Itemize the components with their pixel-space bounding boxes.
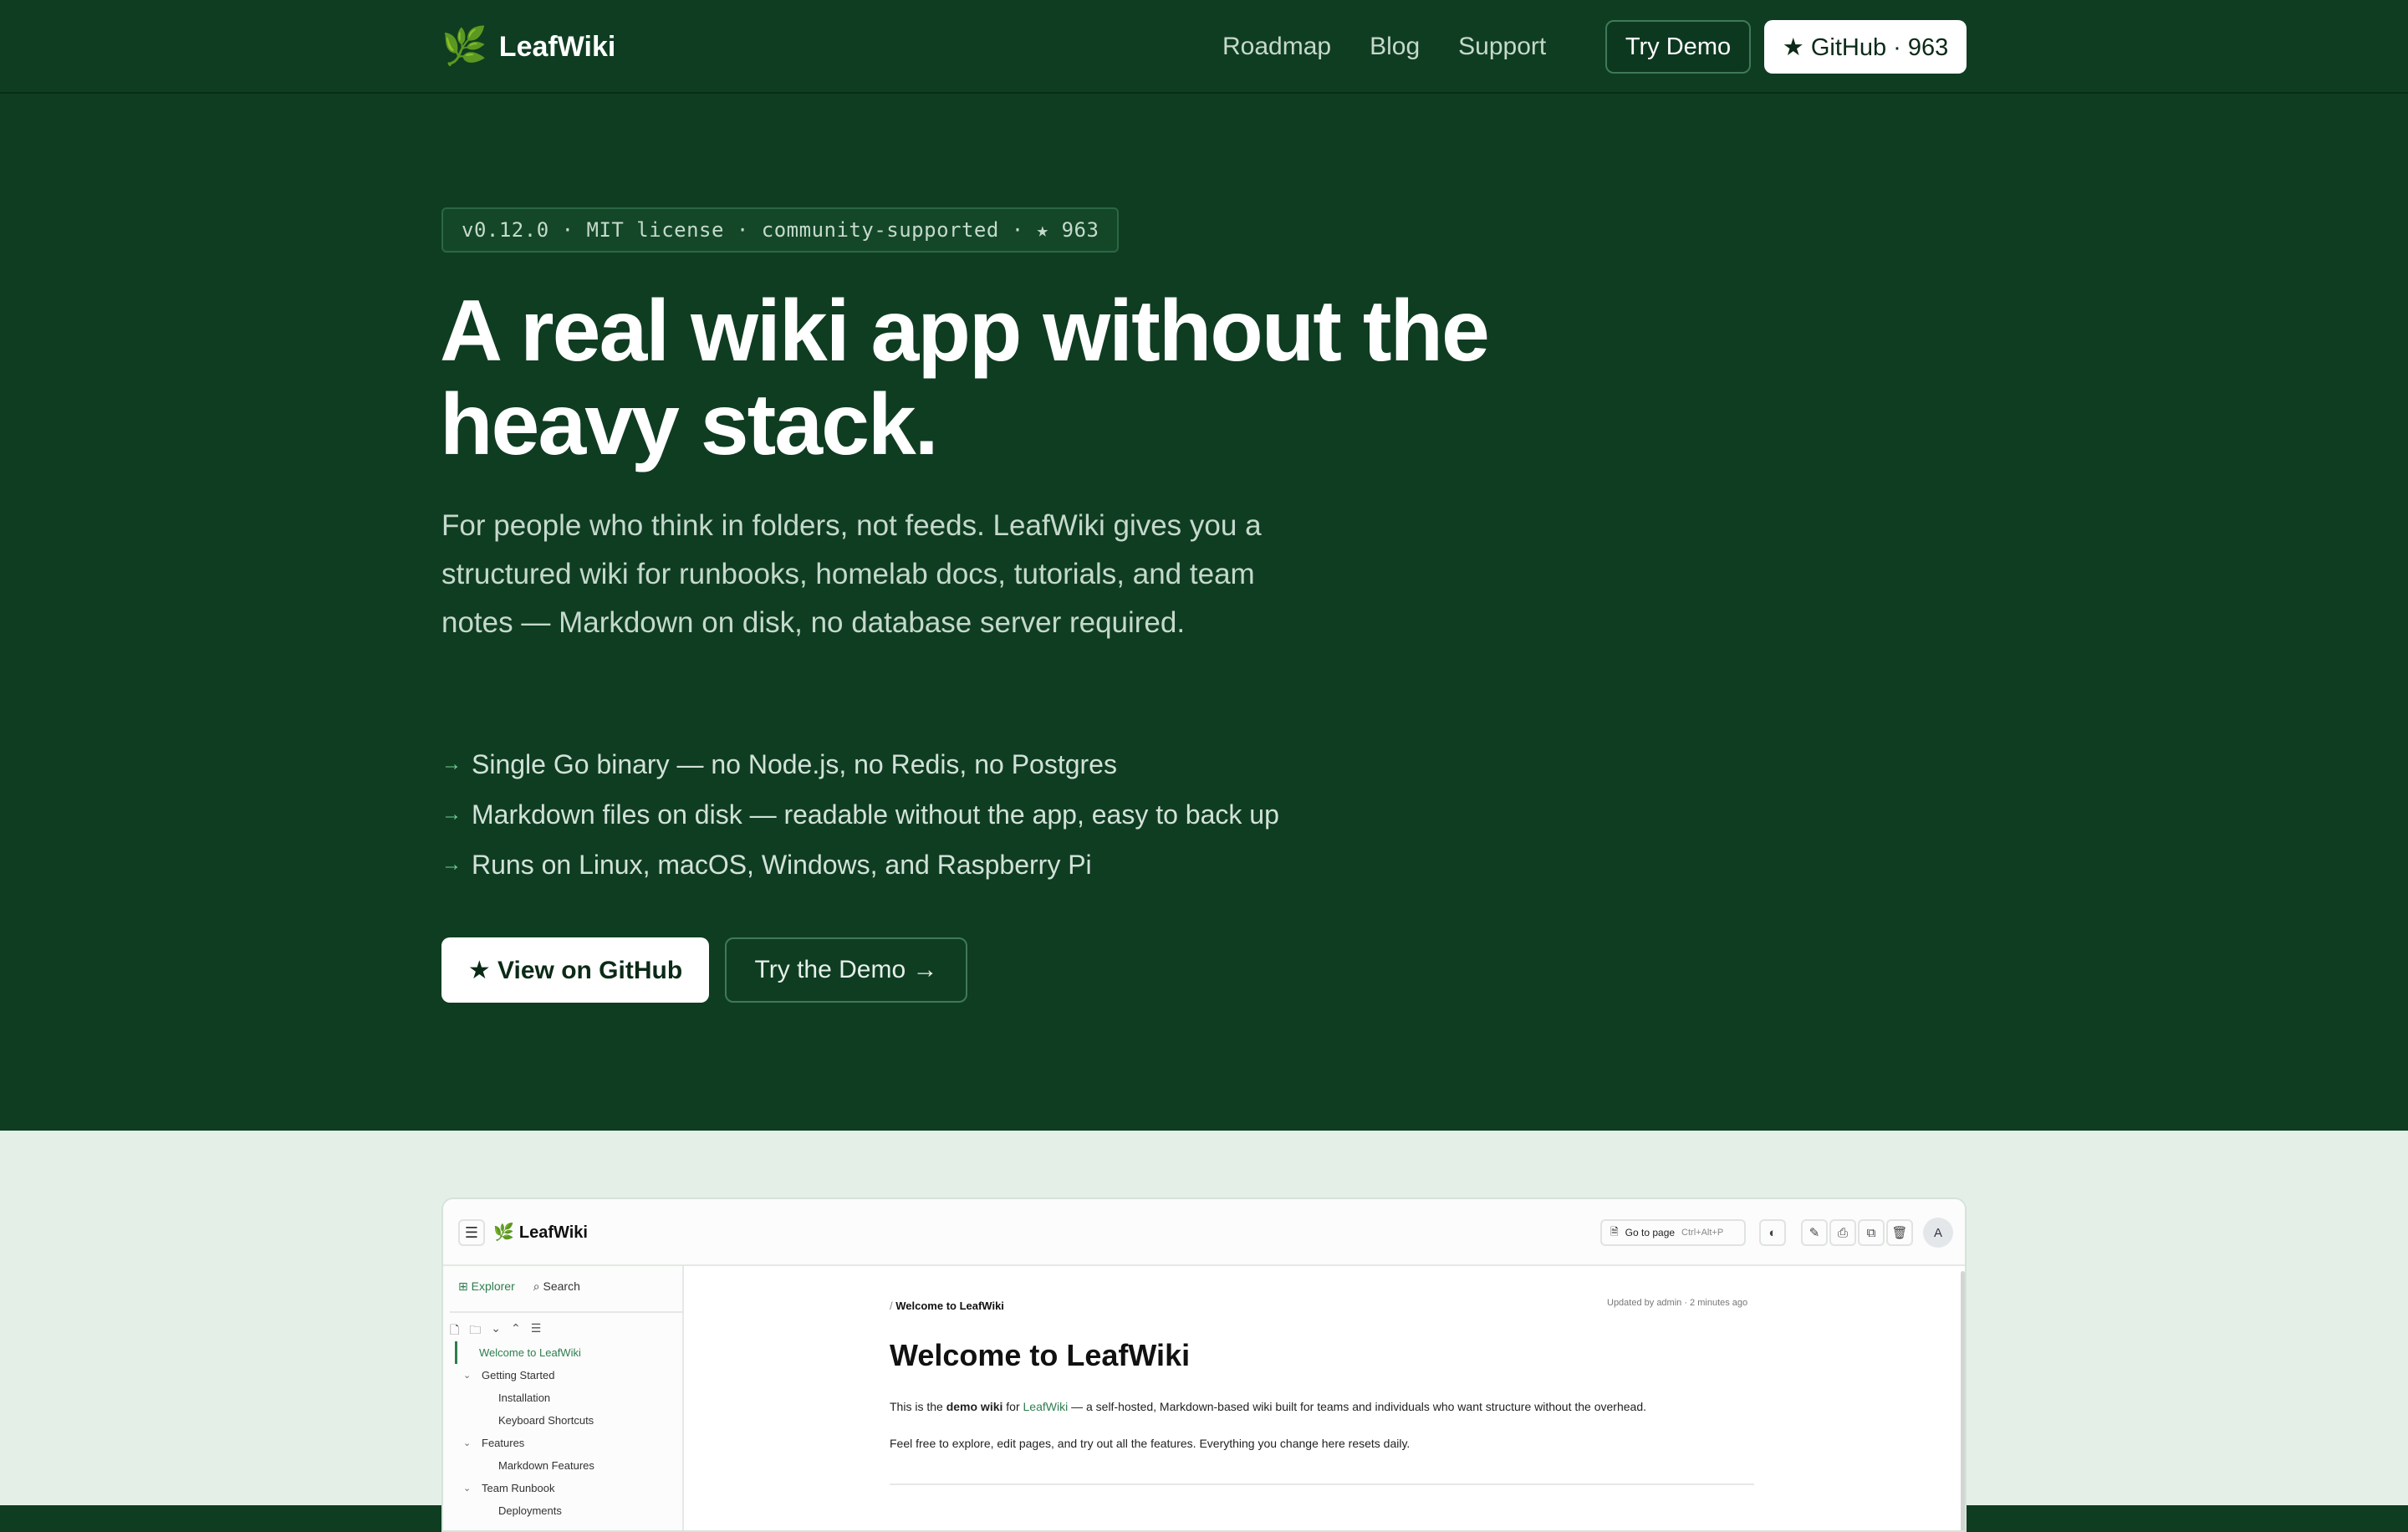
tree-toolbar: 🗋 🗀 ⌄ ⌃ ☰	[450, 1311, 682, 1341]
edit-icon[interactable]: ✎	[1801, 1219, 1828, 1246]
page-icon: 🗎	[1610, 1225, 1619, 1238]
view-on-github-button[interactable]: ★ View on GitHub	[441, 937, 709, 1003]
nav-link-support[interactable]: Support	[1458, 28, 1546, 65]
feature-item: → Runs on Linux, macOS, Windows, and Ras…	[441, 840, 1279, 890]
tree-folder[interactable]: ⌄ Features	[455, 1432, 594, 1454]
leafwiki-link[interactable]: LeafWiki	[1023, 1400, 1069, 1413]
feature-item: → Single Go binary — no Node.js, no Redi…	[441, 739, 1279, 789]
feature-text: Runs on Linux, macOS, Windows, and Raspb…	[472, 849, 1092, 880]
doc-paragraph: Feel free to explore, edit pages, and tr…	[890, 1437, 1411, 1450]
leaf-icon: 🌿	[441, 26, 487, 67]
brand-name: LeafWiki	[498, 31, 616, 63]
feature-item: → Markdown files on disk — readable with…	[441, 789, 1279, 840]
app-sidebar: ⊞ Explorer ⌕ Search 🗋 🗀 ⌄ ⌃ ☰ Welcome to…	[443, 1266, 684, 1530]
updated-meta: Updated by admin · 2 minutes ago	[1607, 1298, 1748, 1308]
app-toolbar: ☰ 🌿 LeafWiki 🗎 Go to page Ctrl+Alt+P ◐ ✎…	[443, 1199, 1965, 1266]
hero-title-line-1: A real wiki app without the	[440, 283, 1490, 380]
github-stars-button[interactable]: ★ GitHub · 963	[1764, 20, 1967, 74]
feature-text: Markdown files on disk — readable withou…	[472, 799, 1279, 830]
list-icon[interactable]: ☰	[531, 1321, 542, 1341]
tree-item[interactable]: Deployments	[455, 1499, 594, 1522]
hero-title: A real wiki app without the heavy stack.	[440, 284, 1527, 472]
chevron-down-icon[interactable]: ⌄	[463, 1438, 482, 1448]
top-nav: 🌿 LeafWiki Roadmap Blog Support Try Demo…	[0, 0, 2408, 94]
theme-toggle-icon[interactable]: ◐	[1759, 1219, 1786, 1246]
sidebar-tabs: ⊞ Explorer ⌕ Search	[458, 1279, 580, 1294]
expand-all-icon[interactable]: ⌄	[491, 1321, 501, 1341]
avatar[interactable]: A	[1923, 1218, 1953, 1248]
page-title: Welcome to LeafWiki	[890, 1338, 1191, 1372]
nav-links: Roadmap Blog Support	[1222, 28, 1546, 65]
arrow-right-icon: →	[441, 753, 462, 775]
copy-icon[interactable]: ⧉	[1858, 1219, 1885, 1246]
arrow-right-icon: →	[441, 853, 462, 876]
breadcrumb: / Welcome to LeafWiki	[890, 1300, 1004, 1312]
app-brand: 🌿 LeafWiki	[493, 1219, 588, 1246]
new-folder-icon[interactable]: 🗀	[469, 1321, 481, 1341]
app-content: / Welcome to LeafWiki Updated by admin ·…	[686, 1266, 1965, 1530]
try-the-demo-button[interactable]: Try the Demo →	[725, 937, 967, 1003]
collapse-all-icon[interactable]: ⌃	[511, 1321, 521, 1341]
nav-link-roadmap[interactable]: Roadmap	[1222, 28, 1331, 65]
page-tree: Welcome to LeafWiki ⌄ Getting Started Ins…	[455, 1341, 594, 1522]
go-to-page-shortcut: Ctrl+Alt+P	[1681, 1228, 1724, 1238]
new-page-icon[interactable]: 🗋	[450, 1321, 459, 1341]
chevron-down-icon[interactable]: ⌄	[463, 1370, 482, 1381]
tree-item[interactable]: Markdown Features	[455, 1454, 594, 1477]
tree-item[interactable]: Welcome to LeafWiki	[455, 1341, 594, 1364]
tree-item[interactable]: Keyboard Shortcuts	[455, 1409, 594, 1432]
brand-logo[interactable]: 🌿 LeafWiki	[441, 23, 615, 70]
try-demo-button[interactable]: Try Demo	[1605, 20, 1751, 74]
print-icon[interactable]: ⎙	[1829, 1219, 1856, 1246]
menu-icon[interactable]: ☰	[458, 1219, 485, 1246]
go-to-page-label: Go to page	[1625, 1227, 1676, 1238]
hero-subtitle: For people who think in folders, not fee…	[441, 509, 1262, 639]
chevron-down-icon[interactable]: ⌄	[463, 1483, 482, 1494]
tab-explorer[interactable]: ⊞ Explorer	[458, 1279, 515, 1294]
nav-link-blog[interactable]: Blog	[1370, 28, 1420, 65]
app-preview-section: ☰ 🌿 LeafWiki 🗎 Go to page Ctrl+Alt+P ◐ ✎…	[0, 1131, 2408, 1532]
trash-icon[interactable]: 🗑	[1886, 1219, 1913, 1246]
feature-text: Single Go binary — no Node.js, no Redis,…	[472, 748, 1117, 779]
feature-list: → Single Go binary — no Node.js, no Redi…	[441, 739, 1279, 890]
arrow-right-icon: →	[441, 803, 462, 825]
doc-paragraph: This is the demo wiki for LeafWiki — a s…	[890, 1400, 1646, 1413]
tree-folder[interactable]: ⌄ Team Runbook	[455, 1477, 594, 1499]
leaf-icon: 🌿	[493, 1223, 514, 1242]
app-brand-name: LeafWiki	[518, 1223, 588, 1242]
go-to-page-button[interactable]: 🗎 Go to page Ctrl+Alt+P	[1600, 1219, 1746, 1246]
scrollbar[interactable]	[1961, 1271, 1965, 1530]
tab-search[interactable]: ⌕ Search	[533, 1279, 580, 1294]
app-screenshot-frame: ☰ 🌿 LeafWiki 🗎 Go to page Ctrl+Alt+P ◐ ✎…	[441, 1198, 1967, 1532]
version-badge: v0.12.0 · MIT license · community-suppor…	[441, 207, 1120, 253]
tree-item[interactable]: Installation	[455, 1386, 594, 1409]
hero-title-line-2: heavy stack.	[440, 376, 939, 473]
tree-folder[interactable]: ⌄ Getting Started	[455, 1364, 594, 1386]
divider	[890, 1483, 1754, 1485]
breadcrumb-current[interactable]: Welcome to LeafWiki	[895, 1300, 1004, 1312]
